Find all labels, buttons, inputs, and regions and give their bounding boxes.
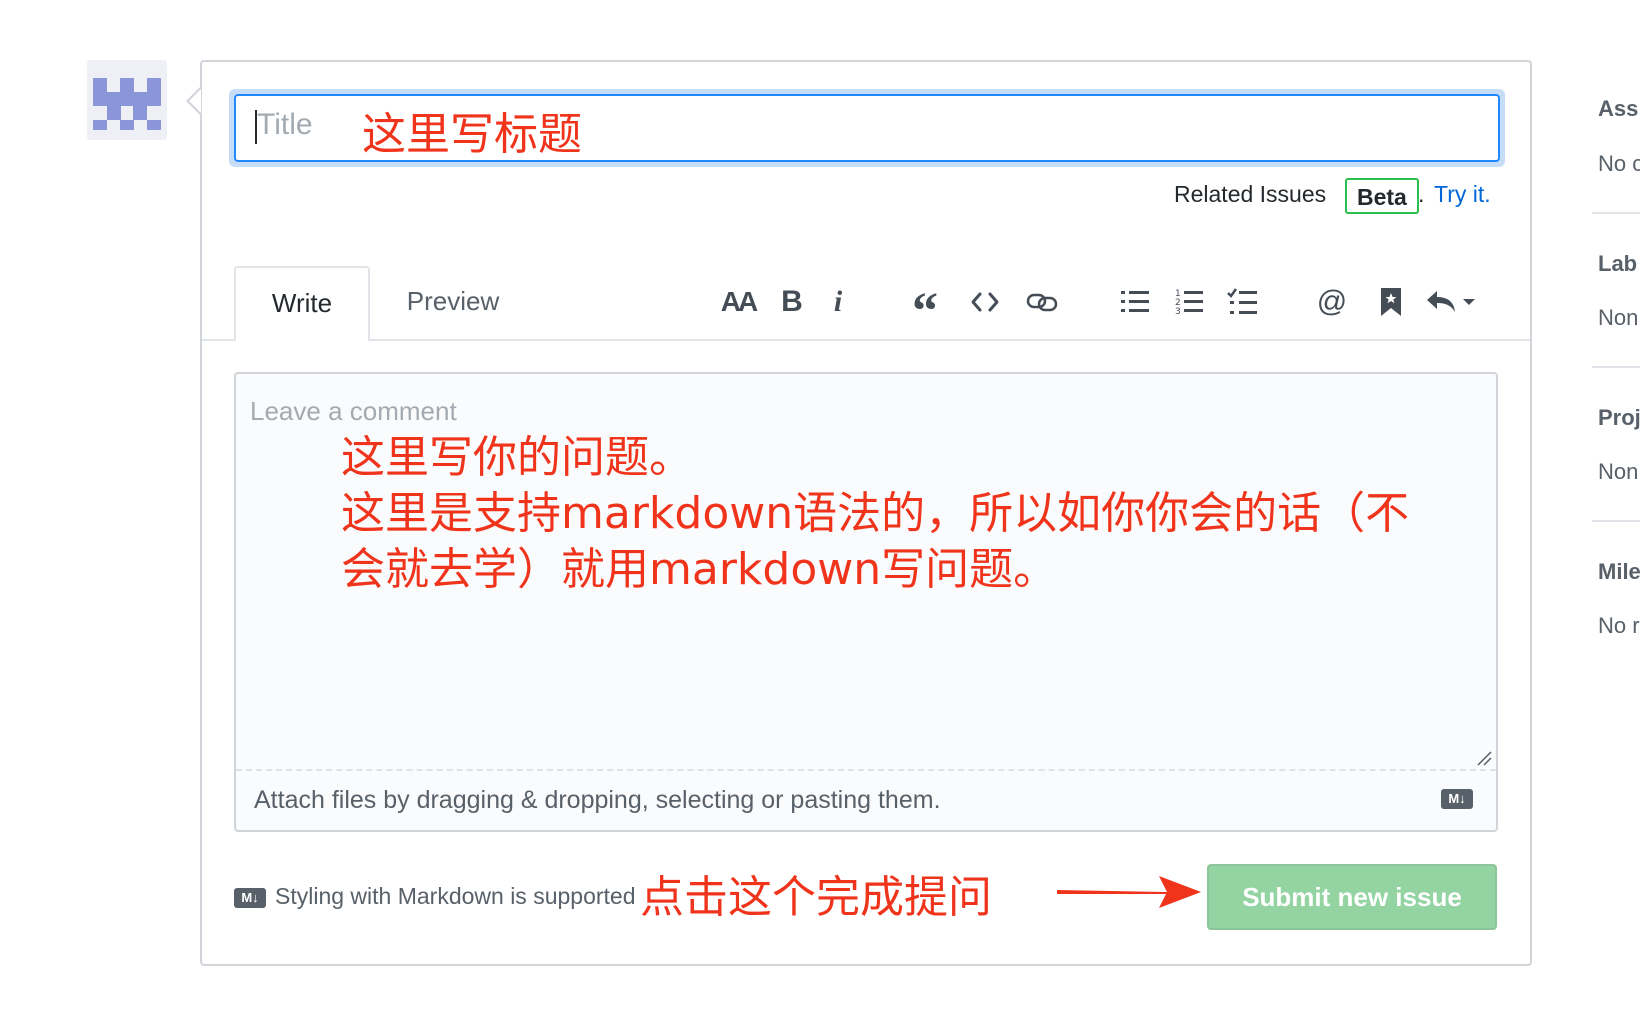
ordered-list-icon[interactable]: 123 <box>1169 282 1209 322</box>
mention-icon[interactable]: @ <box>1312 282 1352 322</box>
task-list-icon[interactable] <box>1222 282 1262 322</box>
comment-annotation: 这里写你的问题。 这里是支持markdown语法的，所以如你你会的话（不 会就去… <box>341 432 1410 595</box>
chevron-down-icon <box>1463 299 1475 305</box>
arrow-icon <box>1057 876 1201 908</box>
sidebar-labels-value: Non <box>1598 305 1639 330</box>
avatar-identicon <box>93 78 161 130</box>
markdown-icon[interactable]: M↓ <box>1441 789 1473 809</box>
related-issues-label: Related Issues <box>1174 181 1327 207</box>
sidebar-projects-heading[interactable]: Proj <box>1598 405 1640 431</box>
header-button[interactable]: AA <box>716 282 760 322</box>
beta-badge: Beta <box>1345 178 1419 214</box>
title-placeholder: Title <box>257 108 313 141</box>
sidebar-milestone-value: No r <box>1598 613 1640 638</box>
bookmark-icon[interactable] <box>1371 282 1411 322</box>
bold-button[interactable]: B <box>775 282 809 322</box>
markdown-icon: M↓ <box>234 888 266 908</box>
try-it-link[interactable]: Try it. <box>1434 181 1491 208</box>
unordered-list-icon[interactable] <box>1115 282 1155 322</box>
tab-write[interactable]: Write <box>234 266 370 341</box>
attach-files-hint[interactable]: Attach files by dragging & dropping, sel… <box>254 786 941 815</box>
markdown-supported-link[interactable]: Styling with Markdown is supported <box>275 883 636 910</box>
comment-placeholder: Leave a comment <box>250 396 457 426</box>
reply-icon[interactable] <box>1424 282 1478 322</box>
tab-preview[interactable]: Preview <box>385 266 521 338</box>
submit-annotation: 点击这个完成提问 <box>640 872 992 923</box>
sidebar-labels-heading[interactable]: Lab <box>1598 251 1637 277</box>
sidebar-assignees-heading[interactable]: Ass <box>1598 96 1638 122</box>
sidebar-projects-value: Non <box>1598 459 1639 484</box>
code-icon[interactable] <box>965 282 1005 322</box>
tab-divider <box>202 339 1530 341</box>
quote-icon[interactable]: “ <box>905 282 945 340</box>
period: . <box>1418 181 1425 207</box>
resize-handle[interactable] <box>1476 750 1492 766</box>
svg-text:3: 3 <box>1175 307 1181 316</box>
submit-new-issue-button[interactable]: Submit new issue <box>1207 864 1497 930</box>
italic-button[interactable]: i <box>826 282 850 322</box>
sidebar-milestone-heading[interactable]: Mile <box>1598 559 1640 585</box>
title-annotation: 这里写标题 <box>362 109 582 160</box>
avatar <box>87 60 167 140</box>
attach-divider <box>236 769 1496 771</box>
link-icon[interactable] <box>1022 282 1062 322</box>
sidebar-assignees-value: No c <box>1598 151 1640 176</box>
